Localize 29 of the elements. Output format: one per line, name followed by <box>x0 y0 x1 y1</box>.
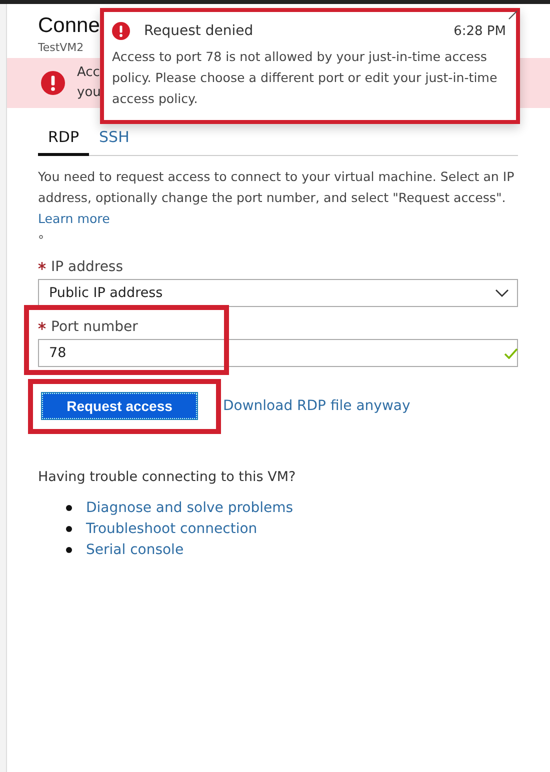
banner-text: Acc <box>77 64 101 82</box>
toast-title: Request denied <box>144 23 254 39</box>
bullet-icon <box>66 526 72 532</box>
help-link[interactable]: Serial console <box>86 542 184 558</box>
bullet-icon <box>66 504 72 510</box>
error-icon <box>112 22 130 40</box>
bullet-icon <box>66 546 72 552</box>
download-rdp-link[interactable]: Download RDP file anyway <box>223 398 410 414</box>
help-question: Having trouble connecting to this VM? <box>38 469 297 485</box>
learn-more-link[interactable]: Learn more <box>38 211 110 226</box>
field-label: Port number <box>51 319 138 335</box>
error-icon <box>41 71 65 95</box>
banner-text: you <box>77 84 101 102</box>
blade-subtitle: TestVM2 <box>38 41 84 54</box>
close-icon[interactable] <box>508 10 518 20</box>
blade-title: Conne <box>38 13 100 39</box>
field-label: IP address <box>51 259 124 275</box>
input-field[interactable]: 78 <box>38 339 518 367</box>
description-text: You need to request access to connect to your virtual machine. Select an IP address, optionally change the port number, and select "Request access". Learn more <box>38 168 516 228</box>
chevron-down-icon <box>495 289 509 297</box>
note-mark: ° <box>38 233 45 247</box>
toast-time: 6:28 PM <box>454 24 506 38</box>
toast-message: Access to port 78 is not allowed by your just-in-time access policy. Please choose a different port or edit your just-in-time access policy. <box>111 48 498 108</box>
dropdown[interactable]: Public IP address <box>38 279 518 307</box>
tab[interactable]: SSH <box>89 128 140 156</box>
help-link[interactable]: Diagnose and solve problems <box>86 500 294 516</box>
tab[interactable]: RDP <box>38 128 90 156</box>
help-link[interactable]: Troubleshoot connection <box>86 520 258 536</box>
request-access-button[interactable]: Request access <box>42 393 197 419</box>
